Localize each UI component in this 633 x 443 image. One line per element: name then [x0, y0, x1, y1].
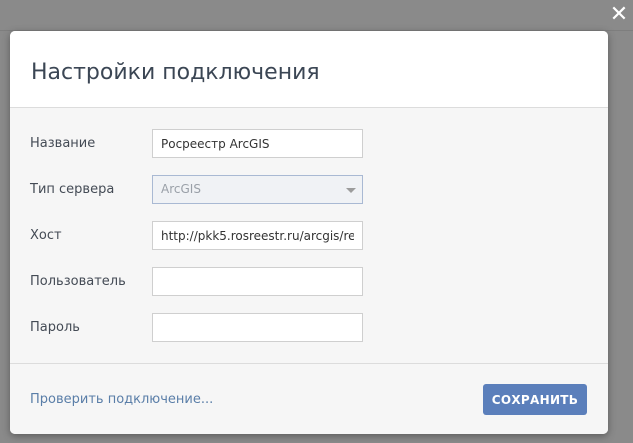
server-type-value: ArcGIS — [161, 182, 201, 196]
password-input[interactable] — [152, 313, 363, 342]
close-icon[interactable]: ✕ — [607, 3, 631, 27]
server-type-select[interactable]: ArcGIS — [152, 175, 363, 204]
check-connection-link[interactable]: Проверить подключение... — [30, 392, 213, 407]
dialog-title: Настройки подключения — [31, 60, 320, 85]
server-type-label: Тип сервера — [30, 182, 115, 197]
dialog-footer: Проверить подключение... СОХРАНИТЬ — [10, 363, 608, 434]
user-row: Пользователь — [10, 267, 608, 299]
dialog-header: Настройки подключения — [10, 31, 608, 108]
server-type-row: Тип сервера ArcGIS — [10, 175, 608, 207]
name-row: Название — [10, 129, 608, 161]
host-row: Хост — [10, 221, 608, 253]
caret-down-icon — [346, 188, 356, 193]
host-label: Хост — [30, 228, 62, 243]
password-label: Пароль — [30, 320, 80, 335]
connection-settings-dialog: Настройки подключения Название Тип серве… — [10, 31, 608, 434]
password-row: Пароль — [10, 313, 608, 345]
user-label: Пользователь — [30, 274, 126, 289]
dialog-body: Название Тип сервера ArcGIS Хост Пользов… — [10, 108, 608, 363]
name-input[interactable] — [152, 129, 363, 158]
name-label: Название — [30, 136, 96, 151]
save-button[interactable]: СОХРАНИТЬ — [483, 384, 587, 415]
host-input[interactable] — [152, 221, 363, 250]
user-input[interactable] — [152, 267, 363, 296]
